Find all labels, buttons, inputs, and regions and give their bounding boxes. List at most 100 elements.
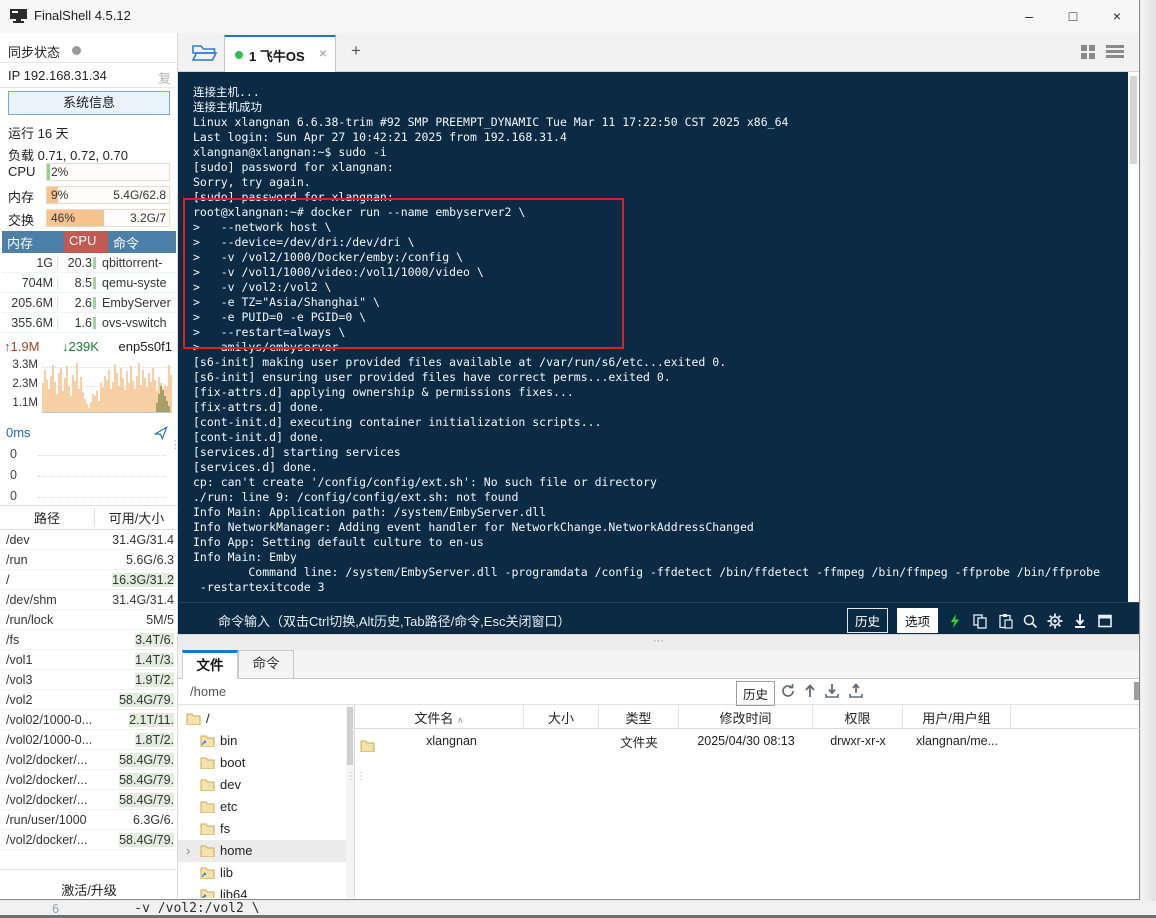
gear-icon[interactable]: [1047, 613, 1063, 629]
upload-file-icon[interactable]: [848, 683, 864, 699]
tree-item-boot[interactable]: boot: [178, 752, 346, 774]
disk-row[interactable]: /vol2/docker/...58.4G/79.: [0, 830, 178, 850]
disk-row[interactable]: /dev/shm31.4G/31.4: [0, 590, 178, 610]
menu-icon[interactable]: [1106, 45, 1124, 59]
history-button[interactable]: 历史: [847, 608, 888, 633]
expander-icon[interactable]: ›: [186, 843, 190, 858]
editor-code-text: -v /vol2:/vol2 \: [103, 901, 260, 916]
ping-plane-icon[interactable]: [154, 426, 168, 440]
activate-upgrade-link[interactable]: 激活/升级: [0, 869, 178, 899]
process-row[interactable]: 205.6M2.6EmbyServer: [2, 293, 176, 313]
panel-splitter[interactable]: ···: [178, 634, 1139, 650]
tree-item-dev[interactable]: dev: [178, 774, 346, 796]
minimize-button[interactable]: –: [1012, 4, 1046, 29]
open-connection-folder-icon[interactable]: [190, 40, 218, 64]
system-info-button[interactable]: 系统信息: [8, 91, 170, 115]
command-input-bar[interactable]: 命令输入（双击Ctrl切换,Alt历史,Tab路径/命令,Esc关闭窗口） 历史…: [178, 602, 1139, 634]
search-icon[interactable]: [1022, 613, 1038, 629]
tab-close-icon[interactable]: ×: [319, 45, 327, 61]
disk-row[interactable]: /run/user/10006.3G/6.: [0, 810, 178, 830]
disk-row[interactable]: /vol2/docker/...58.4G/79.: [0, 750, 178, 770]
disk-table-header[interactable]: 路径 可用/大小: [0, 505, 178, 530]
process-row[interactable]: 704M8.5qemu-syste: [2, 273, 176, 293]
sync-status-label: 同步状态: [8, 42, 60, 61]
disk-row[interactable]: /vol258.4G/79.: [0, 690, 178, 710]
file-list-header[interactable]: 文件名 ∧ 大小 类型 修改时间 权限 用户/用户组: [355, 705, 1140, 729]
process-row[interactable]: 355.6M1.6ovs-vswitch: [2, 313, 176, 333]
process-col-command[interactable]: 命令: [108, 231, 176, 253]
latency-row: 0: [10, 468, 170, 482]
disk-usage: 5M/5: [95, 613, 178, 627]
tab-commands[interactable]: 命令: [238, 650, 294, 679]
path-history-button[interactable]: 历史: [736, 681, 775, 706]
download-arrow-icon[interactable]: [1072, 613, 1088, 629]
sidebar: 同步状态 IP 192.168.31.34 复 系统信息 运行 16 天 负载 …: [0, 33, 178, 899]
layout-grid-icon[interactable]: [1081, 45, 1096, 60]
tree-item-lib[interactable]: lib: [178, 862, 346, 884]
terminal-line: Sorry, try again.: [193, 175, 311, 190]
options-button[interactable]: 选项: [897, 608, 938, 633]
maximize-button[interactable]: □: [1056, 4, 1090, 29]
meter-percent: 2%: [51, 165, 68, 179]
path-input[interactable]: /home: [190, 684, 226, 699]
terminal-scrollbar[interactable]: [1128, 72, 1139, 602]
tree-label: bin: [220, 733, 237, 748]
disk-row[interactable]: /vol31.9T/2.: [0, 670, 178, 690]
process-col-memory[interactable]: 内存: [2, 231, 64, 253]
terminal-line: cp: can't create '/config/config/ext.sh'…: [193, 475, 657, 490]
col-mtime[interactable]: 修改时间: [679, 705, 813, 728]
copy-ip-link[interactable]: 复: [158, 68, 171, 87]
col-perm[interactable]: 权限: [813, 705, 903, 728]
lightning-icon[interactable]: [947, 613, 963, 629]
col-type[interactable]: 类型: [599, 705, 679, 728]
disk-row[interactable]: /vol02/1000-0...2.1T/11.: [0, 710, 178, 730]
disk-col-usage[interactable]: 可用/大小: [95, 508, 178, 527]
path-bar-scrollbar[interactable]: [1134, 682, 1139, 700]
tree-item-home[interactable]: ›home: [178, 840, 346, 862]
disk-row[interactable]: /16.3G/31.2: [0, 570, 178, 590]
process-table-header[interactable]: 内存 CPU 命令: [2, 231, 176, 253]
close-button[interactable]: ×: [1100, 4, 1134, 29]
directory-tree: / bin bootdevetcfs›homeliblib64: [178, 705, 346, 898]
tree-item-bin[interactable]: bin: [178, 730, 346, 752]
meter-label: CPU: [8, 164, 35, 179]
parent-dir-icon[interactable]: [802, 683, 818, 699]
terminal-scroll-thumb[interactable]: [1130, 76, 1137, 164]
host-ip: IP 192.168.31.34: [8, 68, 107, 83]
download-file-icon[interactable]: [824, 683, 840, 699]
tree-scrollbar[interactable]: [346, 705, 354, 898]
disk-row[interactable]: /run/lock5M/5: [0, 610, 178, 630]
tree-item-[interactable]: /: [178, 708, 346, 730]
col-owner[interactable]: 用户/用户组: [903, 705, 1011, 728]
disk-row[interactable]: /vol2/docker/...58.4G/79.: [0, 790, 178, 810]
process-row[interactable]: 1G20.3qbittorrent-: [2, 253, 176, 273]
disk-row[interactable]: /fs3.4T/6.: [0, 630, 178, 650]
tree-item-lib64[interactable]: lib64: [178, 884, 346, 898]
disk-path: /dev/shm: [0, 593, 95, 607]
tab-files[interactable]: 文件: [182, 650, 238, 679]
file-row[interactable]: xlangnan文件夹2025/04/30 08:13drwxr-xr-xxla…: [355, 729, 1140, 753]
copy-icon[interactable]: [972, 613, 988, 629]
process-col-cpu[interactable]: CPU: [64, 231, 108, 253]
disk-row[interactable]: /vol2/docker/...58.4G/79.: [0, 770, 178, 790]
meter-value: 3.2G/7: [130, 211, 166, 225]
disk-col-path[interactable]: 路径: [0, 508, 95, 527]
disk-row[interactable]: /vol11.4T/3.: [0, 650, 178, 670]
tree-scroll-thumb[interactable]: [347, 707, 353, 765]
col-size[interactable]: 大小: [524, 705, 599, 728]
tab-feiniu-os[interactable]: 1 飞牛OS ×: [224, 35, 336, 72]
disk-usage: 31.4G/31.4: [95, 593, 178, 607]
disk-row[interactable]: /vol02/1000-0...1.8T/2.: [0, 730, 178, 750]
tree-item-fs[interactable]: fs: [178, 818, 346, 840]
disk-path: /vol2/docker/...: [0, 753, 95, 767]
col-filename[interactable]: 文件名 ∧: [355, 705, 524, 728]
disk-row[interactable]: /dev31.4G/31.4: [0, 530, 178, 550]
command-input-placeholder[interactable]: 命令输入（双击Ctrl切换,Alt历史,Tab路径/命令,Esc关闭窗口）: [218, 611, 570, 630]
disk-row[interactable]: /run5.6G/6.3: [0, 550, 178, 570]
refresh-icon[interactable]: [780, 683, 796, 699]
paste-icon[interactable]: [997, 613, 1013, 629]
tree-item-etc[interactable]: etc: [178, 796, 346, 818]
new-tab-button[interactable]: +: [346, 41, 366, 61]
window-mode-icon[interactable]: [1097, 613, 1113, 629]
tree-splitter-grip[interactable]: ⋮⋮: [346, 775, 354, 779]
